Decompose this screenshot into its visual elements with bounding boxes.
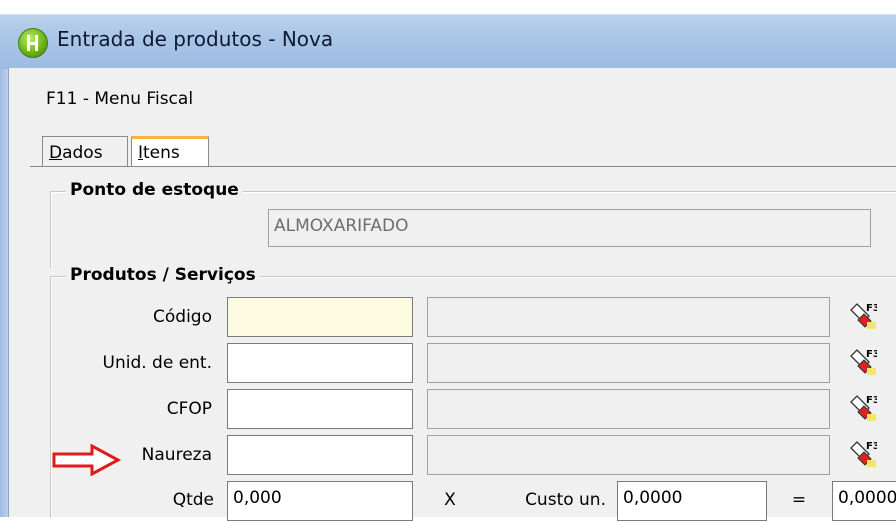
equals-symbol: = (791, 490, 807, 510)
tab-itens[interactable]: Itens (131, 136, 209, 166)
f3-search-icon[interactable]: F3 (849, 392, 877, 422)
ponto-estoque-legend: Ponto de estoque (66, 180, 243, 200)
window-frame (0, 14, 8, 517)
f3-search-icon[interactable]: F3 (849, 300, 877, 330)
codigo-input[interactable] (227, 297, 413, 337)
cfop-label: CFOP (166, 399, 212, 419)
f3-search-icon[interactable]: F3 (849, 438, 877, 468)
f3-label: F3 (866, 349, 877, 360)
custo-label: Custo un. (525, 490, 606, 510)
f3-label: F3 (866, 303, 877, 314)
unid-input[interactable] (227, 343, 413, 383)
unid-label: Unid. de ent. (102, 353, 213, 373)
produtos-legend: Produtos / Serviços (66, 265, 260, 285)
qtde-label: Qtde (172, 490, 214, 510)
ponto-estoque-field[interactable]: ALMOXARIFADO (268, 209, 871, 247)
codigo-label: Código (153, 307, 212, 327)
f3-label: F3 (866, 395, 877, 406)
title-bar[interactable]: Entrada de produtos - Nova (0, 14, 896, 69)
f3-label: F3 (866, 441, 877, 452)
menu-fiscal-hint: F11 - Menu Fiscal (46, 89, 194, 109)
natureza-input[interactable] (227, 435, 413, 475)
tab-dados[interactable]: Dados (42, 136, 128, 166)
unid-description (427, 343, 830, 383)
cfop-description (427, 389, 830, 429)
multiply-symbol: X (444, 490, 456, 510)
main-window: Entrada de produtos - Nova F11 - Menu Fi… (0, 0, 896, 521)
tab-divider (30, 166, 896, 167)
cfop-input[interactable] (227, 389, 413, 429)
app-logo-icon (18, 28, 48, 58)
codigo-description (427, 297, 830, 337)
total-field[interactable]: 0,0000 (832, 481, 896, 521)
red-arrow-icon (52, 444, 122, 476)
natureza-description (427, 435, 830, 475)
qtde-input[interactable]: 0,000 (227, 481, 413, 521)
custo-input[interactable]: 0,0000 (617, 481, 767, 521)
window-title: Entrada de produtos - Nova (57, 27, 334, 51)
natureza-label: Naureza (141, 445, 212, 465)
f3-search-icon[interactable]: F3 (849, 346, 877, 376)
